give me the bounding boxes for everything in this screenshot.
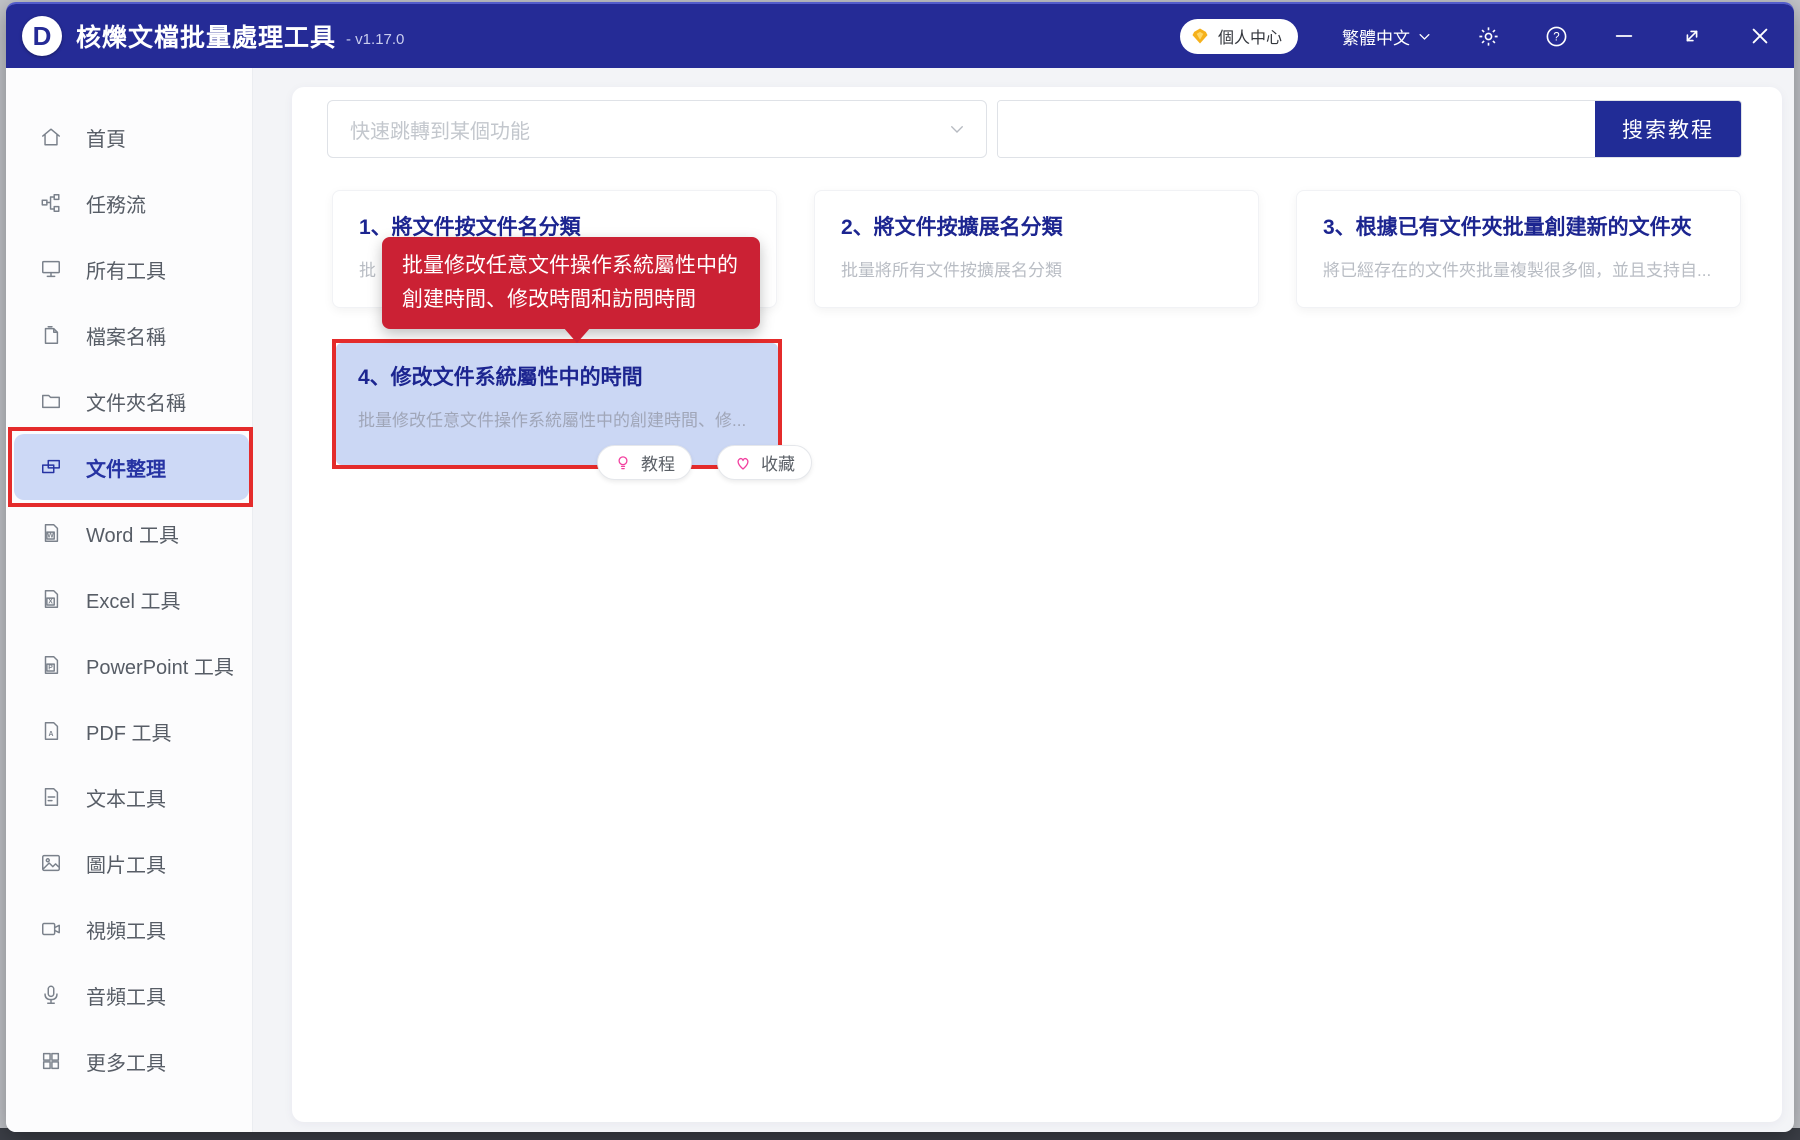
annotation-highlight: 4、修改文件系統屬性中的時間 批量修改任意文件操作系統屬性中的創建時間、修... xyxy=(332,339,782,469)
language-label: 繁體中文 xyxy=(1342,24,1410,49)
card-description: 批量修改任意文件操作系統屬性中的創建時間、修... xyxy=(358,406,756,431)
tutorial-pill-label: 教程 xyxy=(641,450,675,475)
close-button[interactable] xyxy=(1748,24,1772,48)
heart-icon xyxy=(734,454,752,472)
tool-card-classify-by-extension[interactable]: 2、將文件按擴展名分類 批量將所有文件按擴展名分類 xyxy=(814,190,1259,308)
sidebar-item-label: 更多工具 xyxy=(86,1047,166,1076)
tooltip-text-line1: 批量修改任意文件操作系統屬性中的 xyxy=(402,249,740,283)
logo-letter: D xyxy=(33,21,52,52)
language-selector[interactable]: 繁體中文 xyxy=(1342,24,1432,49)
svg-text:X: X xyxy=(48,599,53,606)
sidebar-item-label: 視頻工具 xyxy=(86,915,166,944)
tool-card-create-folders-from-existing[interactable]: 3、根據已有文件夾批量創建新的文件夾 將已經存在的文件夾批量複製很多個，並且支持… xyxy=(1296,190,1741,308)
maximize-button[interactable] xyxy=(1680,24,1704,48)
folder-icon xyxy=(39,389,63,413)
tool-card-modify-file-times[interactable]: 4、修改文件系統屬性中的時間 批量修改任意文件操作系統屬性中的創建時間、修... xyxy=(336,343,778,465)
tutorial-search-input[interactable] xyxy=(998,101,1595,157)
audio-icon xyxy=(39,983,63,1007)
svg-text:P: P xyxy=(48,665,53,672)
sidebar-item-excel-tools[interactable]: X Excel 工具 xyxy=(14,566,249,632)
file-name-icon xyxy=(39,323,63,347)
card-title: 2、將文件按擴展名分類 xyxy=(841,211,1232,241)
sidebar-item-label: 所有工具 xyxy=(86,255,166,284)
ppt-doc-icon: P xyxy=(39,653,63,677)
sidebar-item-image-tools[interactable]: 圖片工具 xyxy=(14,830,249,896)
sidebar-item-all-tools[interactable]: 所有工具 xyxy=(14,236,249,302)
tutorial-pill-button[interactable]: 教程 xyxy=(597,445,692,480)
sidebar-item-pdf-tools[interactable]: A PDF 工具 xyxy=(14,698,249,764)
sidebar-item-file-name[interactable]: 檔案名稱 xyxy=(14,302,249,368)
home-icon xyxy=(39,125,63,149)
favorite-pill-button[interactable]: 收藏 xyxy=(717,445,812,480)
monitor-icon xyxy=(39,257,63,281)
tooltip-text-line2: 創建時間、修改時間和訪問時間 xyxy=(402,283,740,317)
sidebar-item-label: 音頻工具 xyxy=(86,981,166,1010)
tooltip-bubble: 批量修改任意文件操作系統屬性中的 創建時間、修改時間和訪問時間 xyxy=(382,237,760,329)
image-icon xyxy=(39,851,63,875)
lightbulb-icon xyxy=(614,454,632,472)
word-doc-icon: W xyxy=(39,521,63,545)
text-doc-icon xyxy=(39,785,63,809)
more-grid-icon xyxy=(39,1049,63,1073)
video-icon xyxy=(39,917,63,941)
sidebar-item-powerpoint-tools[interactable]: P PowerPoint 工具 xyxy=(14,632,249,698)
organize-icon xyxy=(39,455,63,479)
sidebar-item-label: 檔案名稱 xyxy=(86,321,166,350)
flow-icon xyxy=(39,191,63,215)
help-icon[interactable]: ? xyxy=(1544,24,1568,48)
app-version: - v1.17.0 xyxy=(346,31,404,48)
main-panel: 快速跳轉到某個功能 搜索教程 1、將文件按文件名分類 批 2、將文件按擴展名分類… xyxy=(292,87,1782,1122)
card-description: 將已經存在的文件夾批量複製很多個，並且支持自... xyxy=(1323,256,1714,281)
tooltip-arrow xyxy=(563,327,591,343)
sidebar-item-folder-name[interactable]: 文件夾名稱 xyxy=(14,368,249,434)
favorite-pill-label: 收藏 xyxy=(761,450,795,475)
pdf-doc-icon: A xyxy=(39,719,63,743)
sidebar-item-text-tools[interactable]: 文本工具 xyxy=(14,764,249,830)
app-window: D 核爍文檔批量處理工具 - v1.17.0 個人中心 繁體中文 xyxy=(6,2,1794,1132)
title-bar: D 核爍文檔批量處理工具 - v1.17.0 個人中心 繁體中文 xyxy=(6,4,1794,68)
app-title: 核爍文檔批量處理工具 xyxy=(76,18,336,54)
svg-text:?: ? xyxy=(1553,31,1559,43)
sidebar-item-label: 文件整理 xyxy=(86,453,166,482)
sidebar-item-word-tools[interactable]: W Word 工具 xyxy=(14,500,249,566)
sidebar: 首頁 任務流 所有工具 檔案名稱 文件夾名稱 文件整理 xyxy=(6,68,253,1132)
app-logo: D xyxy=(22,16,62,56)
chevron-down-icon xyxy=(948,120,966,138)
sidebar-item-label: PDF 工具 xyxy=(86,717,172,746)
user-center-label: 個人中心 xyxy=(1218,24,1282,48)
user-center-button[interactable]: 個人中心 xyxy=(1180,19,1298,54)
sidebar-item-home[interactable]: 首頁 xyxy=(14,104,249,170)
sidebar-item-label: 首頁 xyxy=(86,123,126,152)
svg-text:A: A xyxy=(49,731,54,738)
tutorial-search-group: 搜索教程 xyxy=(997,100,1742,158)
search-tutorial-button[interactable]: 搜索教程 xyxy=(1595,101,1741,157)
sidebar-item-label: 圖片工具 xyxy=(86,849,166,878)
sidebar-item-file-organize[interactable]: 文件整理 xyxy=(14,434,249,500)
excel-doc-icon: X xyxy=(39,587,63,611)
minimize-button[interactable] xyxy=(1612,24,1636,48)
toolbar: 快速跳轉到某個功能 搜索教程 xyxy=(327,100,1742,158)
settings-gear-icon[interactable] xyxy=(1476,24,1500,48)
card-description: 批量將所有文件按擴展名分類 xyxy=(841,256,1232,281)
sidebar-item-label: 任務流 xyxy=(86,189,146,218)
chevron-down-icon xyxy=(1417,29,1432,44)
vip-gem-icon xyxy=(1190,26,1210,46)
sidebar-item-label: 文件夾名稱 xyxy=(86,387,186,416)
sidebar-item-more-tools[interactable]: 更多工具 xyxy=(14,1028,249,1094)
titlebar-actions: 個人中心 繁體中文 ? xyxy=(1180,19,1772,54)
sidebar-item-label: Word 工具 xyxy=(86,519,179,548)
card-title: 4、修改文件系統屬性中的時間 xyxy=(358,361,756,391)
quick-jump-placeholder: 快速跳轉到某個功能 xyxy=(350,115,948,144)
sidebar-item-audio-tools[interactable]: 音頻工具 xyxy=(14,962,249,1028)
sidebar-item-video-tools[interactable]: 視頻工具 xyxy=(14,896,249,962)
svg-text:W: W xyxy=(47,533,54,540)
sidebar-item-label: 文本工具 xyxy=(86,783,166,812)
sidebar-item-label: PowerPoint 工具 xyxy=(86,651,234,680)
quick-jump-select[interactable]: 快速跳轉到某個功能 xyxy=(327,100,987,158)
sidebar-item-label: Excel 工具 xyxy=(86,585,180,614)
sidebar-item-taskflow[interactable]: 任務流 xyxy=(14,170,249,236)
card-title: 3、根據已有文件夾批量創建新的文件夾 xyxy=(1323,211,1714,241)
